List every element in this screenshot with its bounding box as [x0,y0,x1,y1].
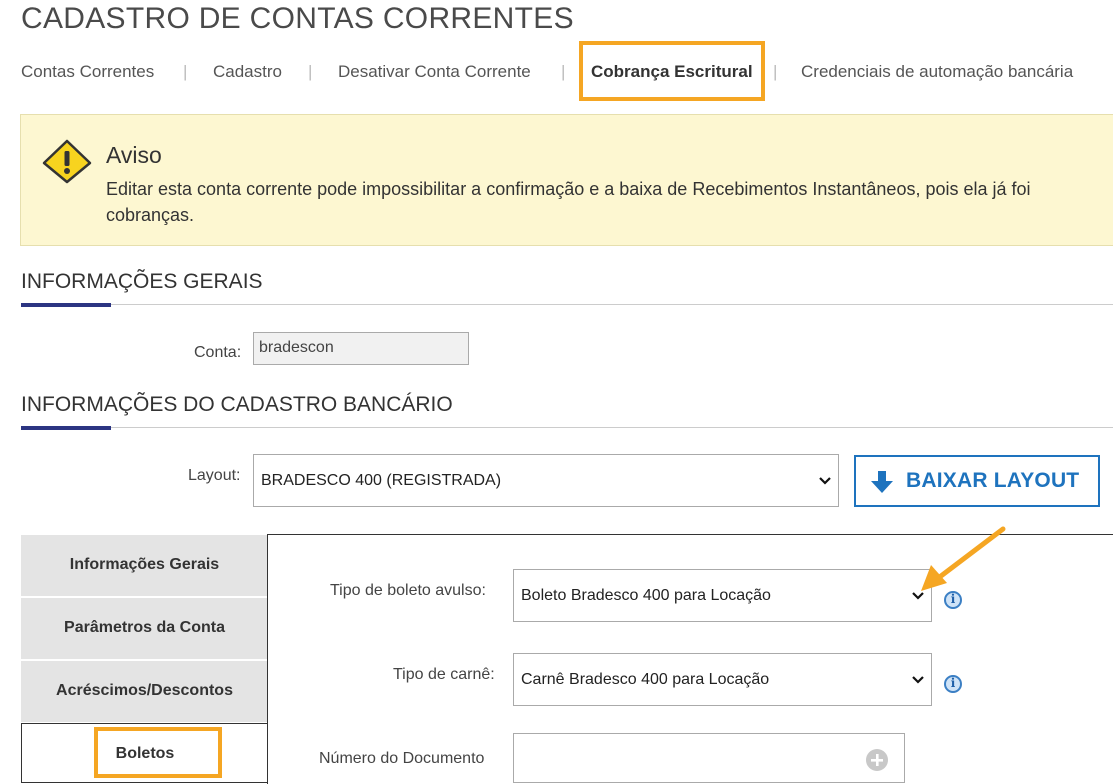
plus-glyph [871,754,883,766]
tipo-carne-value: Carnê Bradesco 400 para Locação [521,670,770,688]
tab-desativar-conta[interactable]: Desativar Conta Corrente [338,62,531,82]
side-tab-acrescimos-descontos[interactable]: Acréscimos/Descontos [21,661,268,723]
account-label: Conta: [194,344,242,361]
warning-title: Aviso [106,142,162,168]
tipo-boleto-value: Boleto Bradesco 400 para Locação [521,586,771,604]
warning-icon [42,139,92,184]
account-field[interactable]: bradescon [253,332,469,365]
download-arrow-icon [871,471,893,493]
layout-select-value: BRADESCO 400 (REGISTRADA) [261,471,502,489]
numero-documento-field[interactable] [513,733,905,783]
tab-contas-correntes[interactable]: Contas Correntes [21,62,154,82]
chevron-down-icon [912,675,924,684]
tab-separator: | [773,62,778,81]
tipo-carne-label: Tipo de carnê: [393,666,495,683]
top-tabs: Contas Correntes | Cadastro | Desativar … [21,62,1111,86]
warning-text: Editar esta conta corrente pode impossib… [106,179,1031,225]
tipo-boleto-select[interactable]: Boleto Bradesco 400 para Locação [513,569,932,622]
layout-select[interactable]: BRADESCO 400 (REGISTRADA) [253,454,839,507]
section-title-general: INFORMAÇÕES GERAIS [21,270,263,293]
side-tab-label: Informações Gerais [69,556,220,573]
chevron-down-icon [819,476,831,485]
section-accent [21,426,111,430]
tab-separator: | [561,62,566,81]
layout-label: Layout: [188,467,241,484]
section-accent [21,303,111,307]
download-layout-label: BAIXAR LAYOUT [906,469,1080,492]
highlight-box-boletos [94,727,222,778]
side-tab-parametros-conta[interactable]: Parâmetros da Conta [21,598,268,660]
section-title-bank: INFORMAÇÕES DO CADASTRO BANCÁRIO [21,393,453,416]
highlight-box-active-tab [579,41,765,101]
tipo-carne-select[interactable]: Carnê Bradesco 400 para Locação [513,653,932,706]
page-title: CADASTRO DE CONTAS CORRENTES [21,2,574,35]
tab-cadastro[interactable]: Cadastro [213,62,282,82]
side-tab-label: Acréscimos/Descontos [56,682,233,699]
tipo-boleto-label: Tipo de boleto avulso: [330,582,486,599]
tab-separator: | [183,62,188,81]
annotation-arrow-icon [921,526,1006,591]
side-tab-informacoes-gerais[interactable]: Informações Gerais [21,535,268,597]
numero-documento-label: Número do Documento [319,750,485,767]
section-divider [21,304,1113,305]
tab-credenciais[interactable]: Credenciais de automação bancária [801,62,1073,82]
tab-separator: | [308,62,313,81]
info-icon[interactable] [944,675,962,693]
side-tab-label: Parâmetros da Conta [64,619,225,636]
section-divider [21,427,1113,428]
download-layout-button[interactable]: BAIXAR LAYOUT [854,455,1100,507]
add-icon[interactable] [866,749,888,771]
